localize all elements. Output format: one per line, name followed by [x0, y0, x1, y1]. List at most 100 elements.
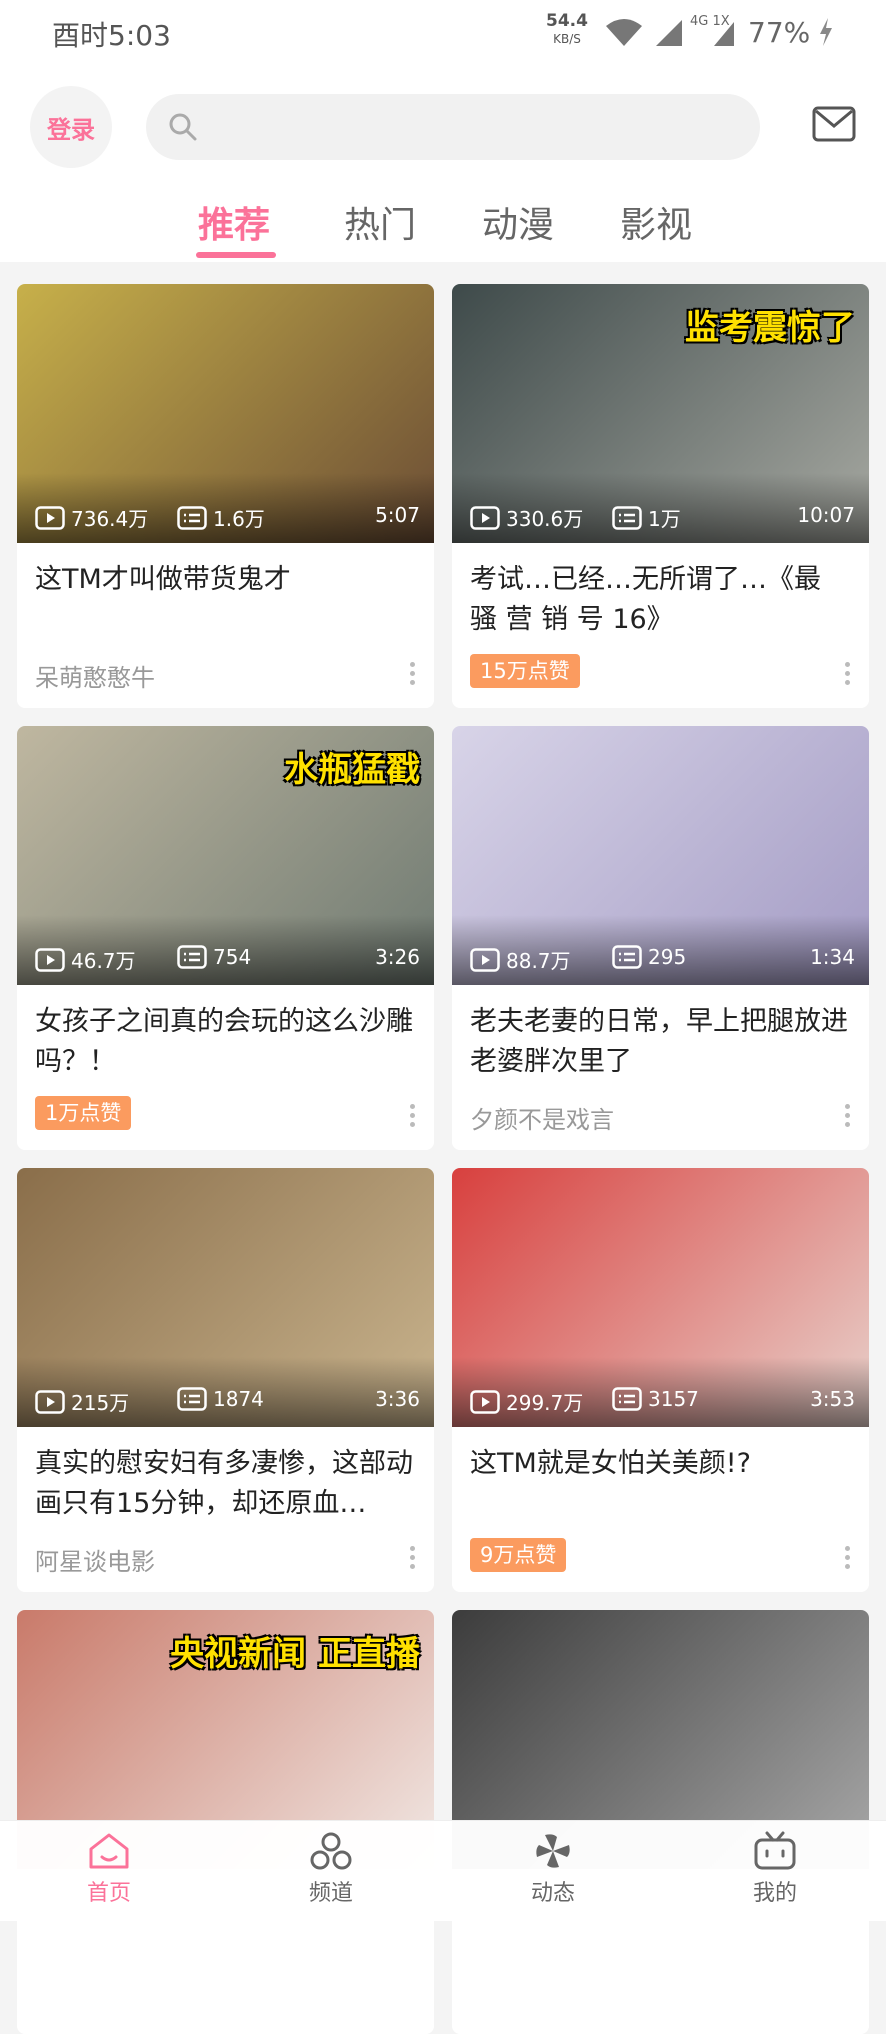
view-count: 46.7万: [35, 945, 136, 974]
play-count-icon: [470, 947, 500, 972]
nav-dynamic[interactable]: 动态: [498, 1831, 608, 1907]
video-thumbnail[interactable]: 水瓶猛戳 46.7万 754 3:26: [17, 726, 434, 985]
nav-channel-label: 频道: [308, 1881, 353, 1906]
charging-icon: [820, 18, 832, 46]
bottom-navigation: 首页 频道 动态 我的: [0, 1820, 886, 1921]
video-card[interactable]: 736.4万 1.6万 5:07 这TM才叫做带货鬼才呆萌憨憨牛: [17, 284, 434, 708]
danmaku-icon: [177, 1387, 207, 1411]
play-count-icon: [35, 505, 65, 530]
video-thumbnail[interactable]: 88.7万 295 1:34: [452, 726, 869, 985]
tab-film[interactable]: 影视: [620, 196, 692, 248]
video-title[interactable]: 考试…已经…无所谓了…《最 骚 营 销 号 16》: [470, 560, 855, 640]
tab-hot[interactable]: 热门: [344, 196, 416, 248]
danmaku-icon: [612, 505, 642, 530]
search-bar[interactable]: [146, 94, 760, 162]
video-duration: 3:36: [375, 1387, 420, 1411]
video-stats: 215万 1874 3:36: [35, 1387, 420, 1415]
network-speed: 54.4 KB/S: [546, 12, 588, 48]
video-author[interactable]: 夕颜不是戏言: [470, 1100, 614, 1135]
nav-mine[interactable]: 我的: [720, 1831, 830, 1907]
video-stats: 330.6万 1万 10:07: [470, 503, 855, 531]
tab-recommend[interactable]: 推荐: [198, 196, 270, 248]
play-count-icon: [470, 1389, 500, 1414]
view-count-value: 46.7万: [71, 949, 136, 973]
nav-dynamic-label: 动态: [530, 1881, 575, 1906]
danmaku-icon: [177, 505, 207, 530]
channel-icon: [310, 1832, 352, 1870]
video-card[interactable]: 监考震惊了 330.6万 1万 10:07 考试…已经…无所谓了…《最 骚 营 销 号 …: [452, 284, 869, 708]
more-options-icon[interactable]: [408, 1104, 416, 1130]
video-card[interactable]: 水瓶猛戳 46.7万 754 3:26 女孩子之间真的会玩的这么沙雕吗？！ 1万点赞: [17, 726, 434, 1150]
video-card[interactable]: 215万 1874 3:36 真实的慰安妇有多凄惨，这部动画只有15分钟，却还原血… 阿…: [17, 1168, 434, 1592]
danmaku-icon: [612, 945, 642, 969]
video-duration: 3:26: [375, 945, 420, 969]
video-thumbnail[interactable]: 736.4万 1.6万 5:07: [17, 284, 434, 543]
more-options-icon[interactable]: [408, 662, 416, 688]
video-card[interactable]: 299.7万 3157 3:53 这TM就是女怕关美颜!? 9万点赞: [452, 1168, 869, 1592]
view-count: 88.7万: [470, 945, 571, 974]
search-input[interactable]: [216, 94, 740, 162]
video-author[interactable]: 呆萌憨憨牛: [35, 658, 155, 693]
more-options-icon[interactable]: [843, 1104, 851, 1130]
login-button[interactable]: 登录: [30, 86, 112, 168]
video-stats: 299.7万 3157 3:53: [470, 1387, 855, 1415]
danmaku-count-value: 1万: [648, 507, 681, 531]
video-thumbnail[interactable]: 215万 1874 3:36: [17, 1168, 434, 1427]
tv-icon: [754, 1831, 796, 1870]
danmaku-count-value: 1874: [213, 1387, 264, 1411]
network-speed-value: 54.4: [546, 11, 588, 31]
thumbnail-caption: 水瓶猛戳: [284, 750, 420, 790]
wifi-icon: [606, 19, 642, 46]
network-speed-unit: KB/S: [553, 32, 581, 46]
video-title[interactable]: 真实的慰安妇有多凄惨，这部动画只有15分钟，却还原血…: [35, 1444, 420, 1524]
video-duration: 3:53: [810, 1387, 855, 1411]
signal-icon: [656, 20, 682, 46]
battery-level: 77%: [748, 16, 811, 49]
more-options-icon[interactable]: [408, 1546, 416, 1572]
video-thumbnail[interactable]: 299.7万 3157 3:53: [452, 1168, 869, 1427]
danmaku-count: 1.6万: [177, 503, 265, 532]
danmaku-count: 295: [612, 945, 686, 969]
view-count-value: 330.6万: [506, 507, 584, 531]
nav-home[interactable]: 首页: [54, 1831, 164, 1907]
nav-mine-label: 我的: [752, 1881, 797, 1906]
video-author[interactable]: 阿星谈电影: [35, 1542, 155, 1577]
thumbnail-caption: 央视新闻 正直播: [170, 1634, 420, 1674]
view-count-value: 88.7万: [506, 949, 571, 973]
search-icon: [169, 113, 197, 141]
danmaku-count-value: 1.6万: [213, 507, 265, 531]
more-options-icon[interactable]: [843, 1546, 851, 1572]
status-time: 酉时5:03: [52, 19, 171, 52]
view-count-value: 215万: [71, 1391, 130, 1415]
dynamic-icon: [536, 1834, 570, 1868]
mail-icon[interactable]: [812, 106, 856, 142]
like-badge: 9万点赞: [470, 1538, 567, 1572]
video-title[interactable]: 这TM才叫做带货鬼才: [35, 560, 420, 600]
nav-home-label: 首页: [86, 1881, 131, 1906]
play-count-icon: [470, 505, 500, 530]
video-thumbnail[interactable]: 监考震惊了 330.6万 1万 10:07: [452, 284, 869, 543]
tab-anime[interactable]: 动漫: [482, 196, 554, 248]
category-tabs: 推荐 热门 动漫 影视: [0, 188, 886, 262]
play-count-icon: [35, 947, 65, 972]
like-badge: 1万点赞: [35, 1096, 132, 1130]
video-card[interactable]: 88.7万 295 1:34 老夫老妻的日常，早上把腿放进老婆胖次里了 夕颜不是戏言: [452, 726, 869, 1150]
nav-channel[interactable]: 频道: [276, 1831, 386, 1907]
more-options-icon[interactable]: [843, 662, 851, 688]
danmaku-icon: [612, 1387, 642, 1411]
danmaku-count-value: 3157: [648, 1387, 699, 1411]
video-duration: 10:07: [797, 503, 855, 527]
signal-2-icon: [714, 22, 734, 46]
video-title[interactable]: 老夫老妻的日常，早上把腿放进老婆胖次里了: [470, 1002, 855, 1082]
view-count: 215万: [35, 1387, 129, 1416]
view-count: 299.7万: [470, 1387, 583, 1416]
video-title[interactable]: 女孩子之间真的会玩的这么沙雕吗？！: [35, 1002, 420, 1082]
play-count-icon: [35, 1389, 65, 1414]
thumbnail-caption: 监考震惊了: [685, 308, 855, 348]
danmaku-icon: [177, 945, 207, 969]
danmaku-count: 3157: [612, 1387, 699, 1411]
active-tab-indicator: [196, 252, 276, 258]
top-header: 登录 推荐 热门 动漫 影视: [0, 66, 886, 262]
video-title[interactable]: 这TM就是女怕关美颜!?: [470, 1444, 855, 1484]
video-stats: 88.7万 295 1:34: [470, 945, 855, 973]
